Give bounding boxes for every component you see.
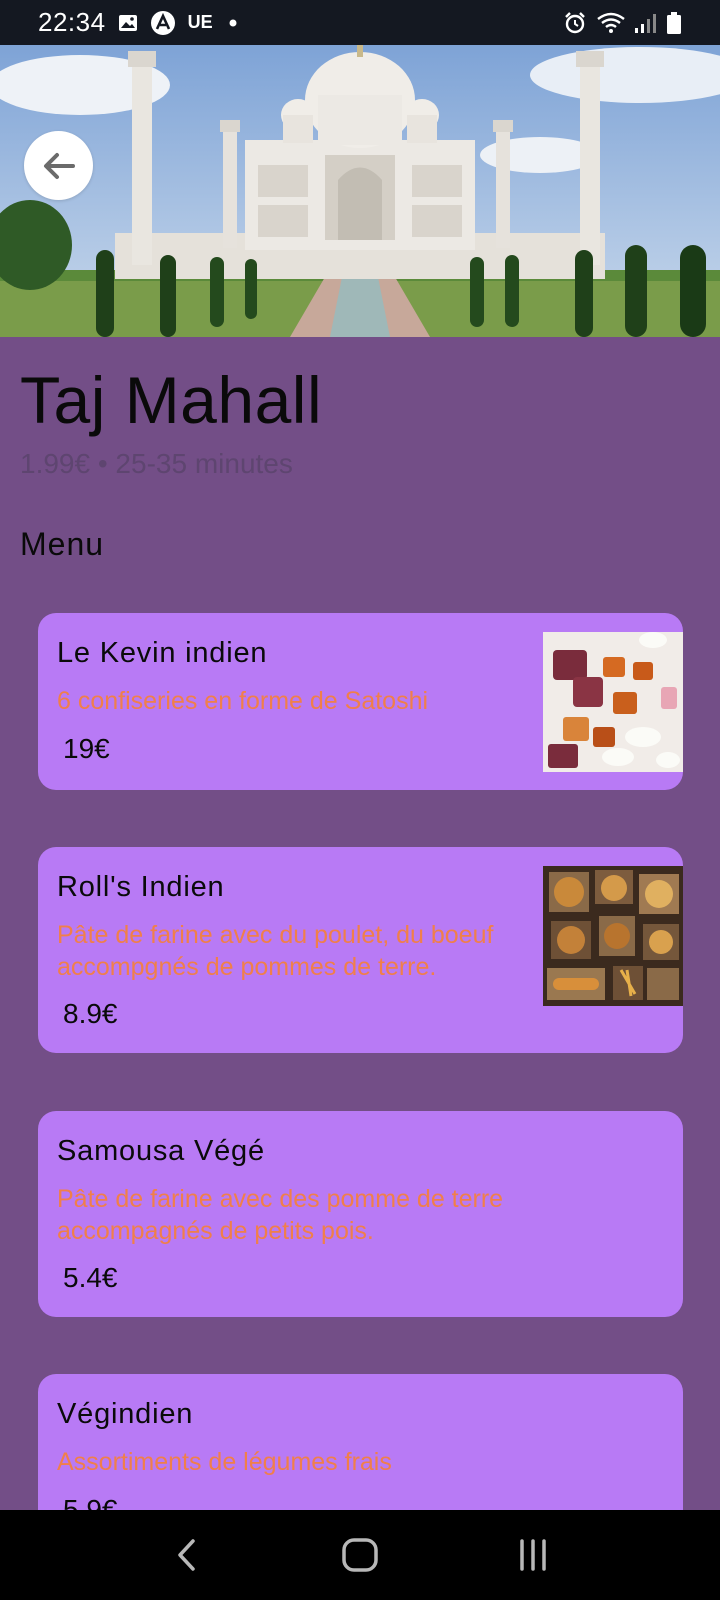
menu-list[interactable]: Le Kevin indien 6 confiseries en forme d…	[0, 337, 720, 1510]
menu-item-title: Roll's Indien	[57, 871, 225, 903]
nav-recents-button[interactable]	[493, 1520, 573, 1590]
home-icon	[340, 1535, 380, 1575]
menu-item-thumbnail	[543, 632, 683, 772]
nav-home-button[interactable]	[320, 1520, 400, 1590]
menu-item-card[interactable]: Samousa Végé Pâte de farine avec des pom…	[38, 1111, 683, 1317]
alarm-icon	[562, 10, 588, 36]
arrow-left-icon	[39, 146, 79, 186]
menu-item-title: Le Kevin indien	[57, 637, 268, 669]
nav-back-button[interactable]	[147, 1520, 227, 1590]
menu-item-card[interactable]: Végindien Assortiments de légumes frais …	[38, 1374, 683, 1510]
status-time: 22:34	[38, 7, 106, 37]
signal-icon	[634, 12, 658, 34]
carrier-label: UE	[187, 12, 213, 32]
menu-item-card[interactable]: Roll's Indien Pâte de farine avec du pou…	[38, 847, 683, 1053]
menu-item-title: Samousa Végé	[57, 1135, 265, 1167]
menu-item-price: 19€	[63, 733, 110, 764]
menu-item-card[interactable]: Le Kevin indien 6 confiseries en forme d…	[38, 613, 683, 790]
menu-item-description: Assortiments de légumes frais	[57, 1448, 392, 1476]
menu-item-title: Végindien	[57, 1398, 194, 1430]
notification-dot-icon	[225, 15, 241, 31]
app-a-icon	[150, 10, 176, 36]
system-navigation-bar	[0, 1510, 720, 1600]
restaurant-hero-image	[0, 45, 720, 337]
menu-item-description: Pâte de farine avec du poulet, du boeuf …	[57, 921, 494, 981]
menu-item-thumbnail	[543, 866, 683, 1006]
menu-item-price: 8.9€	[63, 998, 118, 1029]
battery-icon	[666, 11, 682, 35]
menu-item-description: 6 confiseries en forme de Satoshi	[57, 687, 429, 715]
menu-item-price: 5.4€	[63, 1262, 118, 1293]
menu-item-description: Pâte de farine avec des pomme de terre a…	[57, 1185, 504, 1245]
chevron-left-icon	[172, 1535, 202, 1575]
status-bar: 22:34 UE	[0, 0, 720, 45]
wifi-icon	[596, 11, 626, 35]
menu-item-price: 5.9€	[63, 1494, 118, 1510]
gallery-icon	[118, 13, 138, 33]
recents-icon	[515, 1535, 551, 1575]
back-button[interactable]	[24, 131, 93, 200]
